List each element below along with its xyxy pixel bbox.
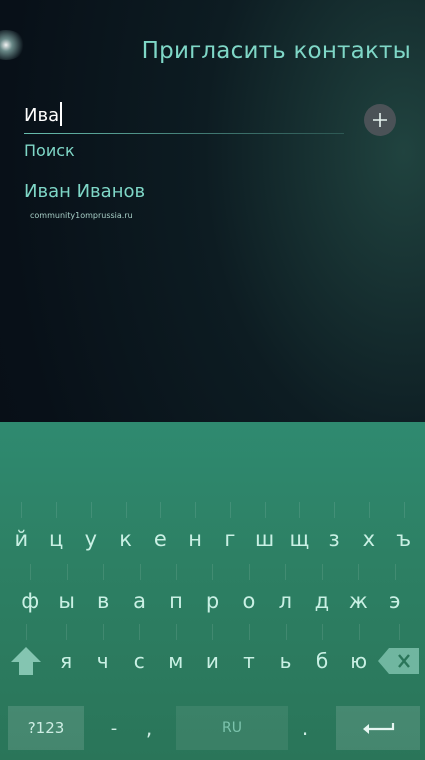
keyboard-row-3: я ч с м и т ь б ю	[0, 624, 425, 686]
key[interactable]: н	[178, 502, 213, 564]
key[interactable]: ц	[39, 502, 74, 564]
key[interactable]: й	[4, 502, 39, 564]
key[interactable]: а	[121, 564, 157, 626]
key[interactable]: ч	[84, 624, 121, 686]
dash-key[interactable]: -	[96, 706, 132, 750]
key[interactable]: у	[74, 502, 109, 564]
text-caret	[60, 102, 63, 126]
symbols-button[interactable]: ?123	[8, 706, 84, 750]
search-input[interactable]: Ива	[24, 102, 344, 134]
keyboard-bottom-row: ?123 - , RU .	[0, 706, 425, 750]
backspace-key[interactable]	[377, 624, 421, 686]
page-title: Пригласить контакты	[141, 38, 411, 64]
key[interactable]: ш	[247, 502, 282, 564]
key[interactable]: ь	[267, 624, 304, 686]
key[interactable]: л	[267, 564, 303, 626]
keyboard-row-2: ф ы в а п р о л д ж э	[0, 564, 425, 626]
key[interactable]: г	[213, 502, 248, 564]
key[interactable]: ж	[340, 564, 376, 626]
enter-button[interactable]	[336, 706, 420, 750]
contact-result-name[interactable]: Иван Иванов	[24, 181, 145, 202]
comma-key[interactable]: ,	[134, 706, 164, 750]
key[interactable]: ю	[340, 624, 377, 686]
key[interactable]: д	[304, 564, 340, 626]
plus-icon	[373, 113, 387, 127]
key[interactable]: ф	[12, 564, 48, 626]
search-input-value: Ива	[24, 105, 60, 126]
key[interactable]: п	[158, 564, 194, 626]
enter-icon	[363, 723, 395, 734]
virtual-keyboard: й ц у к е н г ш щ з х ъ ф ы в а п р о л …	[0, 422, 425, 760]
key[interactable]: х	[352, 502, 387, 564]
key[interactable]: р	[194, 564, 230, 626]
key[interactable]: я	[48, 624, 85, 686]
key[interactable]: б	[304, 624, 341, 686]
key[interactable]: з	[317, 502, 352, 564]
keyboard-row-1: й ц у к е н г ш щ з х ъ	[0, 502, 425, 564]
key[interactable]: щ	[282, 502, 317, 564]
add-contact-button[interactable]	[364, 104, 396, 136]
search-label: Поиск	[24, 141, 75, 160]
backspace-icon	[377, 648, 419, 674]
key[interactable]: и	[194, 624, 231, 686]
period-key[interactable]: .	[290, 706, 320, 750]
contact-result-detail: community1omprussia.ru	[30, 211, 133, 220]
key[interactable]: с	[121, 624, 158, 686]
key[interactable]: ъ	[386, 502, 421, 564]
shift-key[interactable]	[4, 624, 48, 686]
key[interactable]: ы	[48, 564, 84, 626]
key[interactable]: в	[85, 564, 121, 626]
key[interactable]: т	[231, 624, 268, 686]
key[interactable]: м	[158, 624, 195, 686]
search-underline	[24, 133, 344, 134]
shift-arrow-icon	[10, 647, 41, 675]
key[interactable]: к	[108, 502, 143, 564]
space-key[interactable]: RU	[176, 706, 288, 750]
key[interactable]: э	[377, 564, 413, 626]
pulley-menu-indicator	[0, 30, 26, 60]
key[interactable]: о	[231, 564, 267, 626]
key[interactable]: е	[143, 502, 178, 564]
